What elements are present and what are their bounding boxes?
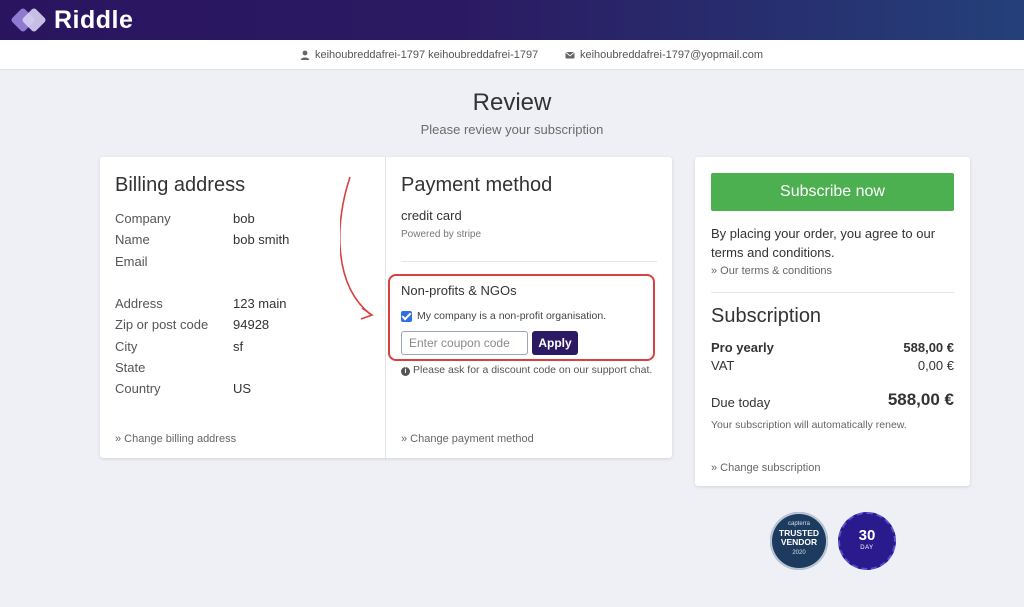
envelope-icon <box>565 52 575 59</box>
discount-code-note: i Please ask for a discount code on our s… <box>401 363 661 377</box>
order-summary-card: Subscribe now By placing your order, you… <box>695 157 970 486</box>
payment-method-title: Payment method <box>401 174 553 196</box>
line-item-amount: 0,00 € <box>917 358 954 373</box>
discount-note-text: Please ask for a discount code on our su… <box>413 364 653 376</box>
non-profit-checkbox-label: My company is a non-profit organisation. <box>417 310 607 322</box>
change-subscription-link[interactable]: » Change subscription <box>711 462 820 474</box>
billing-row-state: State <box>115 357 289 378</box>
logo-text: Riddle <box>54 5 134 34</box>
subscribe-now-button[interactable]: Subscribe now <box>711 173 954 211</box>
billing-spacer <box>115 272 289 293</box>
badge-title-line2: VENDOR <box>780 537 818 547</box>
billing-value: 123 main <box>233 296 287 312</box>
badge-year: 2020 <box>792 550 806 556</box>
user-info-bar: keihoubreddafrei-1797 keihoubreddafrei-1… <box>0 40 1024 70</box>
column-divider <box>385 157 386 458</box>
payment-type: credit card <box>401 208 462 223</box>
billing-address-title: Billing address <box>115 174 246 196</box>
username-text: keihoubreddafrei-1797 keihoubreddafrei-1… <box>315 49 539 61</box>
billing-row-company: Company bob <box>115 208 289 229</box>
riddle-logo[interactable]: Riddle <box>10 5 133 35</box>
billing-label: State <box>115 359 146 375</box>
billing-row-zip: Zip or post code 94928 <box>115 314 289 335</box>
page-subtitle: Please review your subscription <box>420 122 604 137</box>
billing-value: sf <box>233 338 244 354</box>
review-card: Billing address Company bob Name bob smi… <box>100 157 672 458</box>
billing-label: Email <box>115 253 148 269</box>
auto-renew-note: Your subscription will automatically ren… <box>711 419 907 431</box>
terms-agreement-text: By placing your order, you agree to our … <box>711 226 936 260</box>
subscription-title: Subscription <box>711 305 822 327</box>
guarantee-day-label: DAY <box>860 545 874 551</box>
guarantee-days: 30 <box>858 527 876 544</box>
due-today-row: Due today 588,00 € <box>711 390 954 410</box>
line-item-amount: 588,00 € <box>903 340 954 355</box>
non-profit-checkbox[interactable] <box>401 310 412 322</box>
email-text: keihoubreddafrei-1797@yopmail.com <box>580 49 763 61</box>
annotation-arrow <box>340 176 374 320</box>
user-icon <box>300 50 310 60</box>
billing-label: Company <box>115 211 171 227</box>
billing-row-country: Country US <box>115 378 289 399</box>
line-item-vat: VAT 0,00 € <box>711 358 954 373</box>
billing-value: bob smith <box>233 232 290 248</box>
powered-by-stripe: Powered by stripe <box>401 229 482 240</box>
non-profit-highlight-box: Non-profits & NGOs My company is a non-p… <box>388 274 655 361</box>
billing-row-address: Address 123 main <box>115 293 289 314</box>
line-item-label: Pro yearly <box>711 340 774 355</box>
billing-label: Country <box>115 381 161 397</box>
apply-coupon-button[interactable]: Apply <box>532 331 578 355</box>
non-profit-title: Non-profits & NGOs <box>401 283 517 298</box>
summary-divider <box>711 292 954 293</box>
billing-label: Zip or post code <box>115 317 209 333</box>
line-item-label: VAT <box>711 358 735 373</box>
billing-label: Name <box>115 232 150 248</box>
badge-brand: capterra <box>787 521 810 527</box>
badge-title: TRUSTED VENDOR <box>770 529 828 547</box>
billing-row-city: City sf <box>115 335 289 356</box>
billing-row-name: Name bob smith <box>115 229 289 250</box>
billing-value: 94928 <box>233 317 270 333</box>
user-name-item: keihoubreddafrei-1797 keihoubreddafrei-1… <box>300 49 538 61</box>
billing-value: US <box>233 381 252 397</box>
coupon-code-input[interactable] <box>401 331 528 355</box>
change-payment-method-link[interactable]: » Change payment method <box>401 433 534 445</box>
change-billing-address-link[interactable]: » Change billing address <box>115 433 236 445</box>
billing-label: City <box>115 338 138 354</box>
billing-address-table: Company bob Name bob smith Email Address… <box>115 208 289 399</box>
top-navigation-bar: Riddle <box>0 0 1024 40</box>
billing-label: Address <box>115 296 163 312</box>
non-profit-checkbox-row[interactable]: My company is a non-profit organisation. <box>401 310 606 322</box>
terms-conditions-link[interactable]: » Our terms & conditions <box>711 265 832 277</box>
due-today-amount: 588,00 € <box>887 390 954 409</box>
trusted-vendor-badge: capterra TRUSTED VENDOR 2020 <box>770 512 828 570</box>
billing-row-email: Email <box>115 251 289 272</box>
due-today-label: Due today <box>711 395 771 410</box>
riddle-logo-icon <box>10 5 50 35</box>
money-back-guarantee-badge: 30 DAY <box>838 512 896 570</box>
page-title: Review <box>472 89 552 116</box>
billing-value: bob <box>233 211 255 227</box>
line-item-pro-yearly: Pro yearly 588,00 € <box>711 340 954 355</box>
payment-divider <box>401 261 657 262</box>
user-email-item: keihoubreddafrei-1797@yopmail.com <box>565 49 763 61</box>
info-icon: i <box>401 367 410 376</box>
